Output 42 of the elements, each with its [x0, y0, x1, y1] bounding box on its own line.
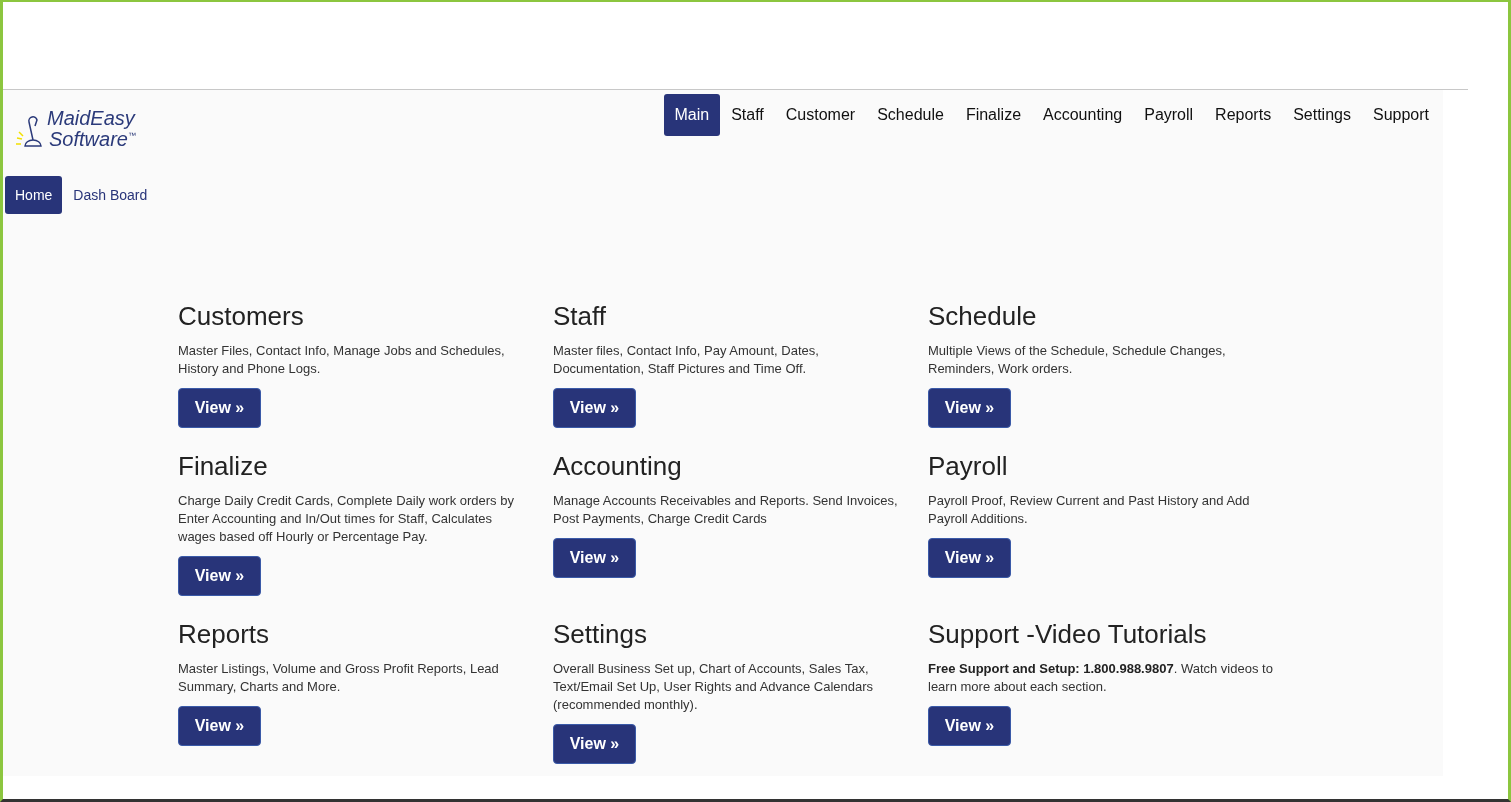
section-description: Master Files, Contact Info, Manage Jobs and Schedules, History and Phone Logs.	[178, 342, 506, 378]
nav-tab[interactable]: Settings	[1282, 94, 1362, 136]
nav-tab[interactable]: Reports	[1204, 94, 1283, 136]
nav-tab[interactable]: Schedule	[866, 94, 955, 136]
nav-tab[interactable]: Staff	[720, 94, 775, 136]
nav-tab[interactable]: Accounting	[1032, 94, 1134, 136]
sub-nav-tab[interactable]: Dash Board	[62, 176, 159, 214]
section-title: Support -Video Tutorials	[928, 619, 1207, 649]
section-title: Accounting	[553, 451, 682, 481]
nav-tab[interactable]: Payroll	[1133, 94, 1205, 136]
section-title: Settings	[553, 619, 647, 649]
section-title: Payroll	[928, 451, 1008, 481]
section-description: Master Listings, Volume and Gross Profit Reports, Lead Summary, Charts and More.	[178, 660, 500, 696]
nav-tab[interactable]: Finalize	[954, 94, 1033, 136]
section-description: Overall Business Set up, Chart of Accounts, Sales Tax, Text/Email Set Up, User Rights and Advance Calendars (recommended monthly).	[553, 660, 875, 714]
view-button[interactable]: View »	[928, 706, 1011, 746]
section-description: Free Support and Setup: 1.800.988.9807. Watch videos to learn more about each section.	[928, 660, 1274, 696]
view-button[interactable]: View »	[553, 724, 636, 764]
section-description: Multiple Views of the Schedule, Schedule Changes, Reminders, Work orders.	[928, 342, 1227, 378]
nav-tab[interactable]: Customer	[774, 94, 867, 136]
nav-tab[interactable]: Main	[663, 94, 721, 136]
sub-nav-tab[interactable]: Home	[5, 176, 63, 214]
section-description: Charge Daily Credit Cards, Complete Daily work orders by Enter Accounting and In/Out times for Staff, Calculates wages based off Hourly or Percentage Pay.	[178, 492, 515, 546]
nav-tab[interactable]: Support	[1361, 94, 1440, 136]
section-title: Reports	[178, 619, 270, 649]
view-button[interactable]: View »	[178, 388, 261, 428]
view-button[interactable]: View »	[553, 388, 636, 428]
view-button[interactable]: View »	[928, 388, 1011, 428]
trademark: ™	[127, 131, 136, 141]
view-button[interactable]: View »	[928, 538, 1011, 578]
section-description: Master files, Contact Info, Pay Amount, Dates, Documentation, Staff Pictures and Time Off.	[553, 342, 820, 378]
section-title: Schedule	[928, 301, 1037, 331]
view-button[interactable]: View »	[553, 538, 636, 578]
logo-text: Software	[49, 129, 128, 150]
section-title: Customers	[178, 301, 304, 331]
section-description: Payroll Proof, Review Current and Past History and Add Payroll Additions.	[928, 492, 1251, 528]
logo-text: MaidEasy	[47, 108, 136, 129]
section-title: Finalize	[178, 451, 268, 481]
view-button[interactable]: View »	[178, 706, 261, 746]
view-button[interactable]: View »	[178, 556, 261, 596]
section-description: Manage Accounts Receivables and Reports. Send Invoices, Post Payments, Charge Credit Cards	[553, 492, 899, 528]
section-title: Staff	[553, 301, 606, 331]
